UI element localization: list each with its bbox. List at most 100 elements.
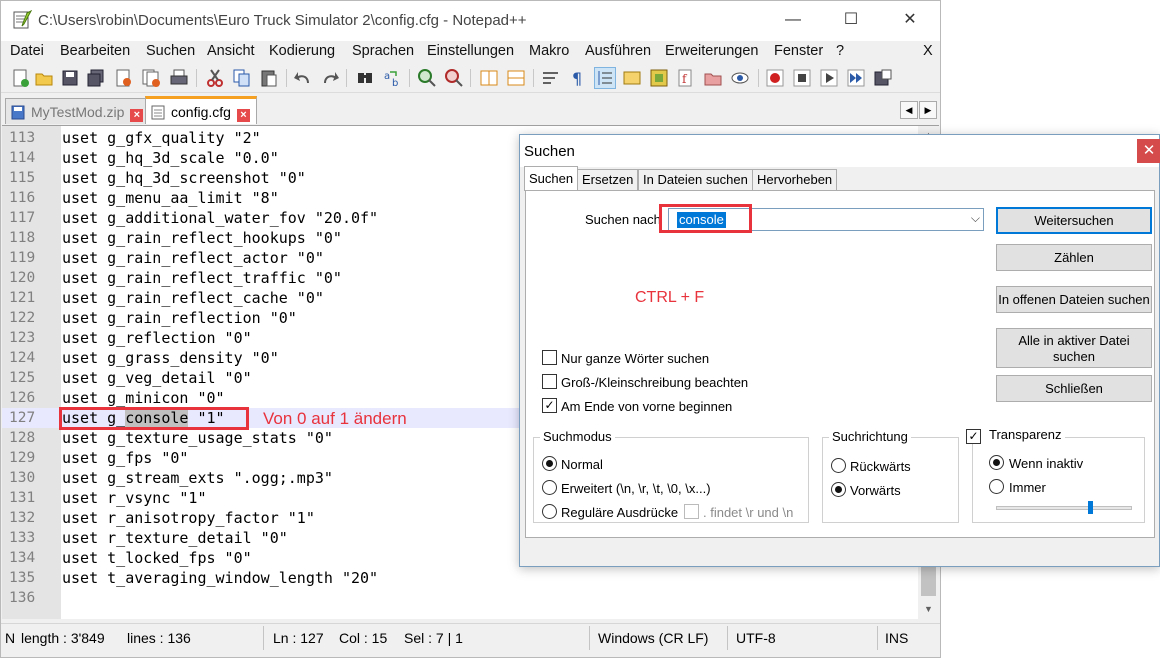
close-file-icon[interactable]	[113, 68, 133, 88]
new-file-icon[interactable]	[10, 68, 30, 88]
macro-record-icon[interactable]	[765, 68, 785, 88]
tab-ersetzen[interactable]: Ersetzen	[577, 169, 639, 191]
close-all-icon[interactable]	[141, 68, 161, 88]
show-all-chars-icon[interactable]: ¶	[568, 68, 588, 88]
close-document-button[interactable]: X	[923, 43, 933, 59]
menu-datei[interactable]: Datei	[10, 43, 44, 59]
save-all-icon[interactable]	[86, 68, 106, 88]
maximize-button[interactable]: ☐	[828, 7, 874, 35]
line-text: uset g_menu_aa_limit "8"	[62, 189, 279, 207]
macro-save-icon[interactable]	[873, 68, 893, 88]
macro-run-multiple-icon[interactable]	[846, 68, 866, 88]
menu-suchen[interactable]: Suchen	[146, 43, 195, 59]
line-text: uset g_veg_detail "0"	[62, 369, 252, 387]
close-button[interactable]: ✕	[887, 7, 933, 35]
macro-play-icon[interactable]	[819, 68, 839, 88]
tab-scroll-right-icon[interactable]: ▶	[919, 101, 937, 119]
find-next-button[interactable]: Weitersuchen	[996, 207, 1152, 234]
close-tab-icon[interactable]: ×	[130, 109, 144, 122]
transparency-slider-thumb[interactable]	[1088, 501, 1093, 514]
menu-ansicht[interactable]: Ansicht	[207, 43, 255, 59]
line-text: uset g_hq_3d_scale "0.0"	[62, 149, 279, 167]
code-line[interactable]: 136	[2, 588, 918, 608]
line-text: uset g_rain_reflect_hookups "0"	[62, 229, 342, 247]
menu-fenster[interactable]: Fenster	[774, 43, 823, 59]
menu-bearbeiten[interactable]: Bearbeiten	[60, 43, 130, 59]
find-all-current-line2: suchen	[1053, 349, 1095, 364]
cut-icon[interactable]	[205, 68, 225, 88]
scroll-down-icon[interactable]: ▼	[918, 600, 939, 618]
tab-hervorheben[interactable]: Hervorheben	[752, 169, 838, 191]
tab-scroll-left-icon[interactable]: ◀	[900, 101, 918, 119]
menu-einstellungen[interactable]: Einstellungen	[427, 43, 514, 59]
line-text: uset r_vsync "1"	[62, 489, 207, 507]
find-all-open-button[interactable]: In offenen Dateien suchen	[996, 286, 1152, 313]
shortcut-annotation: CTRL + F	[635, 289, 705, 306]
zoom-in-icon[interactable]	[417, 68, 437, 88]
chevron-down-icon[interactable]: ⌵	[971, 211, 980, 226]
transparency-always-radio[interactable]	[989, 479, 1004, 494]
menu-makro[interactable]: Makro	[529, 43, 569, 59]
menu-sprachen[interactable]: Sprachen	[352, 43, 414, 59]
search-mode-extended-radio[interactable]	[542, 480, 557, 495]
count-button[interactable]: Zählen	[996, 244, 1152, 271]
dot-newline-checkbox[interactable]	[684, 504, 699, 519]
tab-in-dateien-suchen[interactable]: In Dateien suchen	[638, 169, 753, 191]
tab-mytestmod-zip[interactable]: MyTestMod.zip ×	[5, 98, 151, 124]
direction-up-label: Rückwärts	[850, 459, 911, 474]
paste-icon[interactable]	[259, 68, 279, 88]
line-number: 117	[9, 210, 36, 226]
redo-icon[interactable]	[320, 68, 340, 88]
line-number: 119	[9, 250, 36, 266]
sync-horizontal-icon[interactable]	[506, 68, 526, 88]
search-mode-normal-radio[interactable]	[542, 456, 557, 471]
search-mode-group: Suchmodus Normal Erweitert (\n, \r, \t, …	[533, 429, 809, 523]
macro-stop-icon[interactable]	[792, 68, 812, 88]
transparency-slider[interactable]	[996, 506, 1132, 510]
menu-ausfuehren[interactable]: Ausführen	[585, 43, 651, 59]
menu-help[interactable]: ?	[836, 43, 844, 59]
minimize-button[interactable]: —	[770, 7, 816, 35]
line-text: uset g_rain_reflect_cache "0"	[62, 289, 324, 307]
find-icon[interactable]	[355, 68, 375, 88]
transparency-inactive-radio[interactable]	[989, 455, 1004, 470]
scroll-thumb[interactable]	[921, 566, 936, 596]
tab-config-cfg[interactable]: config.cfg ×	[145, 96, 257, 124]
direction-down-radio[interactable]	[831, 482, 846, 497]
word-wrap-icon[interactable]	[541, 68, 561, 88]
zoom-out-icon[interactable]	[444, 68, 464, 88]
dialog-close-button[interactable]: ✕	[1137, 139, 1160, 163]
copy-icon[interactable]	[232, 68, 252, 88]
line-text: uset g_additional_water_fov "20.0f"	[62, 209, 379, 227]
folder-workspace-icon[interactable]	[703, 68, 723, 88]
line-number: 131	[9, 490, 36, 506]
close-dialog-button[interactable]: Schließen	[996, 375, 1152, 402]
user-language-icon[interactable]	[622, 68, 642, 88]
save-icon[interactable]	[60, 68, 80, 88]
find-all-current-button[interactable]: Alle in aktiver Datei suchen	[996, 328, 1152, 368]
transparency-always-label: Immer	[1009, 480, 1046, 495]
line-text: uset g_fps "0"	[62, 449, 189, 467]
menu-erweiterungen[interactable]: Erweiterungen	[665, 43, 759, 59]
menu-kodierung[interactable]: Kodierung	[269, 43, 335, 59]
undo-icon[interactable]	[293, 68, 313, 88]
replace-icon[interactable]: ab	[382, 68, 402, 88]
monitoring-icon[interactable]	[730, 68, 750, 88]
direction-up-radio[interactable]	[831, 458, 846, 473]
whole-word-checkbox[interactable]	[542, 350, 557, 365]
sync-vertical-icon[interactable]	[479, 68, 499, 88]
open-file-icon[interactable]	[34, 68, 54, 88]
indent-guide-icon[interactable]	[594, 67, 616, 89]
wrap-around-checkbox[interactable]: ✓	[542, 398, 557, 413]
tab-suchen[interactable]: Suchen	[524, 166, 579, 191]
code-line[interactable]: 135 uset t_averaging_window_length "20"	[2, 568, 918, 588]
match-case-checkbox[interactable]	[542, 374, 557, 389]
search-mode-normal-label: Normal	[561, 457, 603, 472]
print-icon[interactable]	[169, 68, 189, 88]
search-mode-regex-radio[interactable]	[542, 504, 557, 519]
transparency-checkbox[interactable]: ✓	[966, 429, 981, 444]
function-list-icon[interactable]: f	[676, 68, 696, 88]
document-map-icon[interactable]	[649, 68, 669, 88]
status-encoding: UTF-8	[736, 630, 776, 646]
close-tab-icon[interactable]: ×	[236, 109, 250, 122]
